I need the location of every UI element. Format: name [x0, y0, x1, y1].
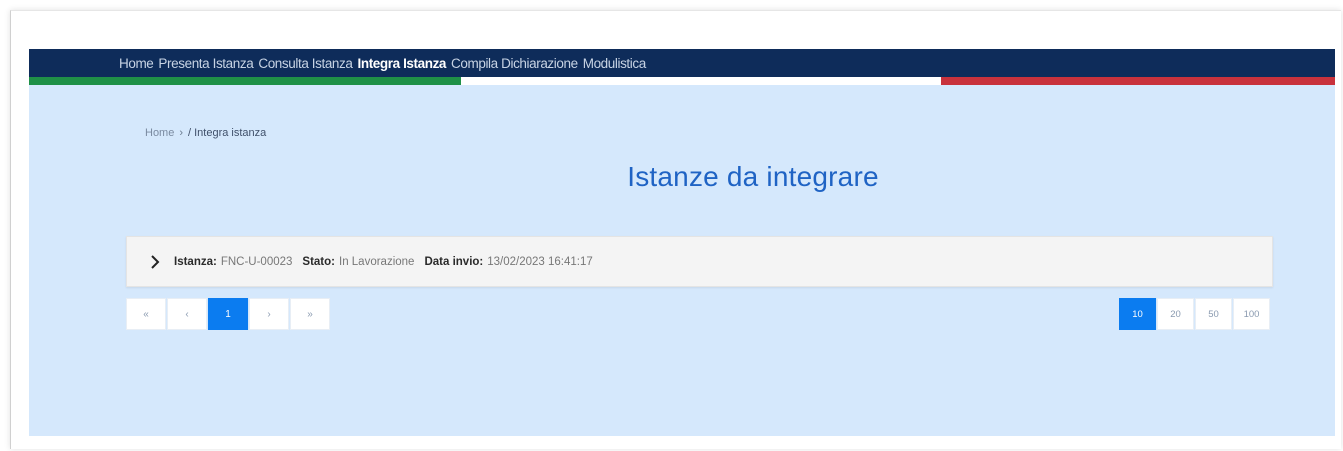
istanza-label: Istanza:	[174, 255, 217, 268]
nav-item-consulta-istanza[interactable]: Consulta Istanza	[258, 56, 353, 71]
nav-item-compila-dichiarazione[interactable]: Compila Dichiarazione	[451, 56, 578, 71]
page-size-10-button[interactable]: 10	[1119, 298, 1156, 330]
pagination: « ‹ 1 › »	[126, 298, 330, 330]
page-1-button[interactable]: 1	[208, 298, 248, 330]
page-size-50-button[interactable]: 50	[1195, 298, 1232, 330]
nav-item-presenta-istanza[interactable]: Presenta Istanza	[158, 56, 253, 71]
breadcrumb-home-link[interactable]: Home	[145, 127, 174, 139]
stato-value: In Lavorazione	[339, 255, 415, 268]
app-container: Home Presenta Istanza Consulta Istanza I…	[29, 49, 1335, 436]
flag-green-segment	[29, 77, 461, 85]
page-size-100-button[interactable]: 100	[1233, 298, 1270, 330]
breadcrumb: Home › / Integra istanza	[145, 127, 266, 139]
first-page-button[interactable]: «	[126, 298, 166, 330]
last-page-button[interactable]: »	[290, 298, 330, 330]
nav-item-home[interactable]: Home	[119, 56, 154, 71]
page-size-selector: 10 20 50 100	[1119, 298, 1270, 330]
instance-summary: Istanza: FNC-U-00023 Stato: In Lavorazio…	[174, 256, 599, 268]
top-navbar: Home Presenta Istanza Consulta Istanza I…	[29, 49, 1335, 77]
nav-item-integra-istanza[interactable]: Integra Istanza	[358, 56, 447, 71]
data-invio-label: Data invio:	[424, 255, 484, 268]
chevron-right-icon[interactable]	[150, 254, 164, 269]
nav-item-modulistica[interactable]: Modulistica	[583, 56, 647, 71]
flag-white-segment	[461, 77, 941, 85]
stato-label: Stato:	[302, 255, 335, 268]
data-invio-value: 13/02/2023 16:41:17	[487, 255, 593, 268]
page-size-20-button[interactable]: 20	[1157, 298, 1194, 330]
istanza-value: FNC-U-00023	[220, 255, 293, 268]
nav-menu: Home Presenta Istanza Consulta Istanza I…	[119, 49, 646, 77]
italian-flag-stripe	[29, 77, 1335, 85]
instance-accordion-row[interactable]: Istanza: FNC-U-00023 Stato: In Lavorazio…	[126, 236, 1273, 287]
next-page-button[interactable]: ›	[249, 298, 289, 330]
breadcrumb-current: / Integra istanza	[188, 127, 267, 139]
page-title: Istanze da integrare	[627, 161, 879, 192]
prev-page-button[interactable]: ‹	[167, 298, 207, 330]
breadcrumb-separator: ›	[179, 127, 184, 139]
flag-red-segment	[941, 77, 1335, 85]
